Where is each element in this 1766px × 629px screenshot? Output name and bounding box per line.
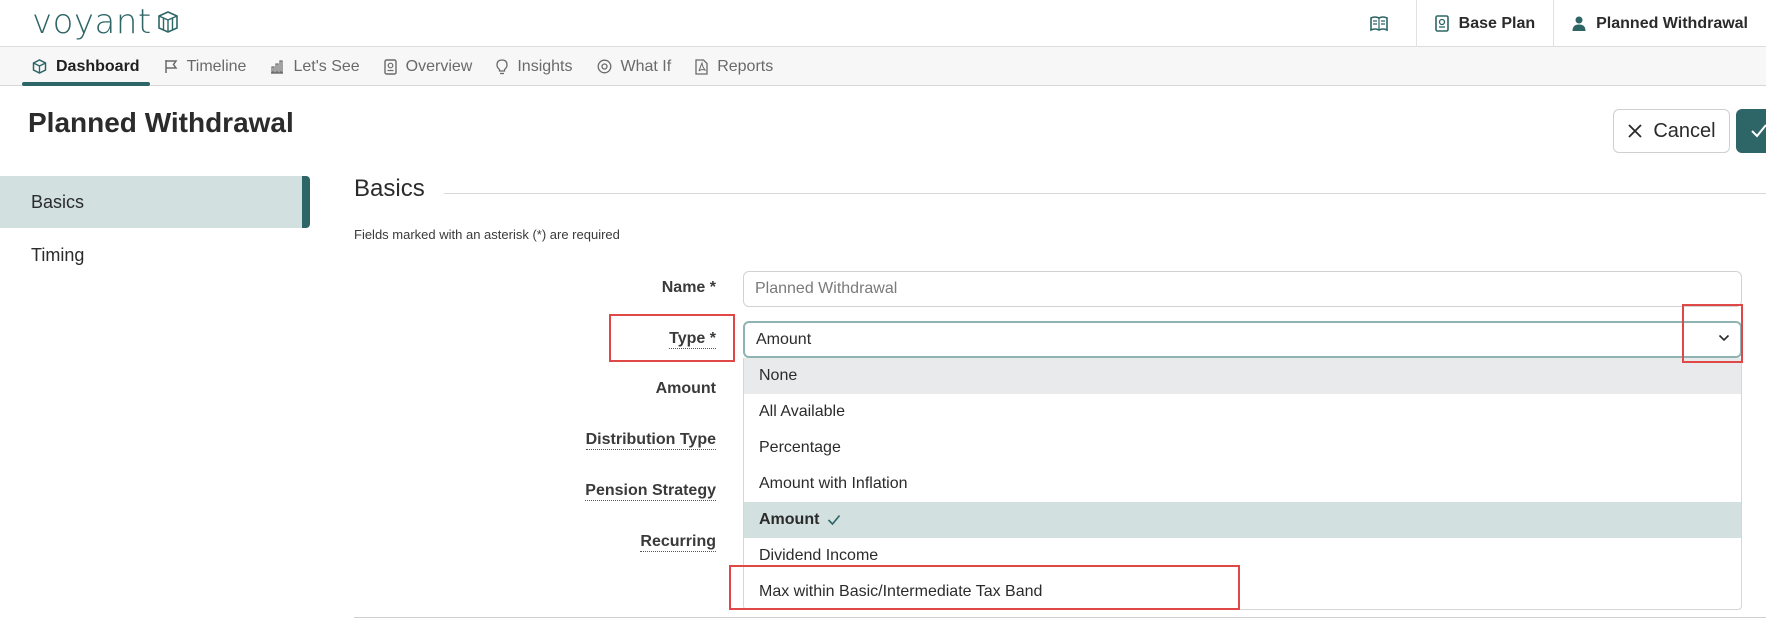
required-note: Fields marked with an asterisk (*) are r… [354, 227, 620, 242]
tab-lets-see[interactable]: Let's See [258, 47, 371, 86]
main-navigation: Dashboard Timeline Let's See Overview In… [0, 47, 1766, 86]
type-select[interactable]: Amount [743, 321, 1742, 358]
section-title: Basics [354, 175, 425, 202]
page-title: Planned Withdrawal [28, 107, 294, 138]
plan-document-icon [1434, 15, 1449, 32]
top-header: voyant Base Plan Planned Withdrawal [0, 0, 1766, 47]
highlight-type-label [609, 314, 735, 362]
at-icon [597, 59, 611, 74]
book-icon [1369, 15, 1388, 31]
form-bottom-divider [354, 617, 1766, 618]
tab-what-if-label: What If [620, 57, 672, 75]
dashboard-icon [32, 59, 47, 74]
flag-icon [164, 60, 178, 73]
tab-overview[interactable]: Overview [372, 47, 485, 86]
type-select-value: Amount [756, 330, 812, 348]
tab-reports-label: Reports [717, 57, 774, 75]
highlight-dropdown-chevron [1682, 304, 1743, 363]
tab-what-if[interactable]: What If [585, 47, 684, 86]
selected-check-icon [828, 514, 841, 526]
name-input-value: Planned Withdrawal [755, 280, 898, 297]
logo-text: voyant [32, 2, 152, 42]
save-button[interactable] [1736, 109, 1766, 153]
pdf-icon [695, 58, 708, 75]
bar-chart-icon [271, 59, 284, 74]
side-item-label: Basics [31, 191, 85, 212]
name-input[interactable]: Planned Withdrawal [743, 271, 1742, 307]
logo-mark-icon [157, 11, 178, 33]
recurring-label[interactable]: Recurring [640, 533, 716, 552]
side-item-basics[interactable]: Basics [0, 176, 310, 228]
checkmark-icon [1751, 124, 1766, 138]
tab-dashboard[interactable]: Dashboard [20, 47, 152, 86]
document-icon [383, 58, 397, 75]
tab-lets-see-label: Let's See [293, 57, 360, 75]
highlight-max-tax-band-option [729, 565, 1240, 610]
help-book-button[interactable] [1352, 0, 1416, 47]
name-label: Name * [661, 279, 716, 296]
tab-timeline[interactable]: Timeline [152, 47, 259, 86]
tab-dashboard-label: Dashboard [56, 57, 140, 75]
cancel-button-label: Cancel [1653, 119, 1716, 142]
plan-label: Base Plan [1458, 14, 1536, 32]
pension-strategy-label[interactable]: Pension Strategy [585, 482, 716, 501]
tab-timeline-label: Timeline [186, 57, 247, 75]
person-icon [1572, 16, 1586, 31]
header-actions: Base Plan Planned Withdrawal [1352, 0, 1766, 47]
side-item-timing[interactable]: Timing [0, 229, 310, 281]
tab-reports[interactable]: Reports [683, 47, 785, 86]
side-item-label: Timing [31, 244, 85, 265]
tab-overview-label: Overview [405, 57, 473, 75]
type-option-amount[interactable]: Amount [744, 502, 1741, 538]
type-option-amount-with-inflation[interactable]: Amount with Inflation [744, 466, 1741, 502]
type-option-percentage[interactable]: Percentage [744, 430, 1741, 466]
section-divider [444, 193, 1766, 194]
tab-insights[interactable]: Insights [484, 47, 584, 86]
user-label: Planned Withdrawal [1596, 14, 1748, 32]
lightbulb-icon [496, 58, 509, 74]
user-menu[interactable]: Planned Withdrawal [1553, 0, 1766, 47]
distribution-type-label[interactable]: Distribution Type [585, 431, 716, 450]
close-icon [1628, 124, 1642, 138]
plan-selector[interactable]: Base Plan [1415, 0, 1553, 47]
tab-insights-label: Insights [517, 57, 573, 75]
type-option-all-available[interactable]: All Available [744, 394, 1741, 430]
voyant-logo[interactable]: voyant [32, 2, 180, 42]
amount-label: Amount [655, 380, 716, 397]
type-option-none[interactable]: None [744, 358, 1741, 394]
side-menu: Basics Timing [0, 176, 310, 281]
cancel-button[interactable]: Cancel [1613, 109, 1730, 153]
